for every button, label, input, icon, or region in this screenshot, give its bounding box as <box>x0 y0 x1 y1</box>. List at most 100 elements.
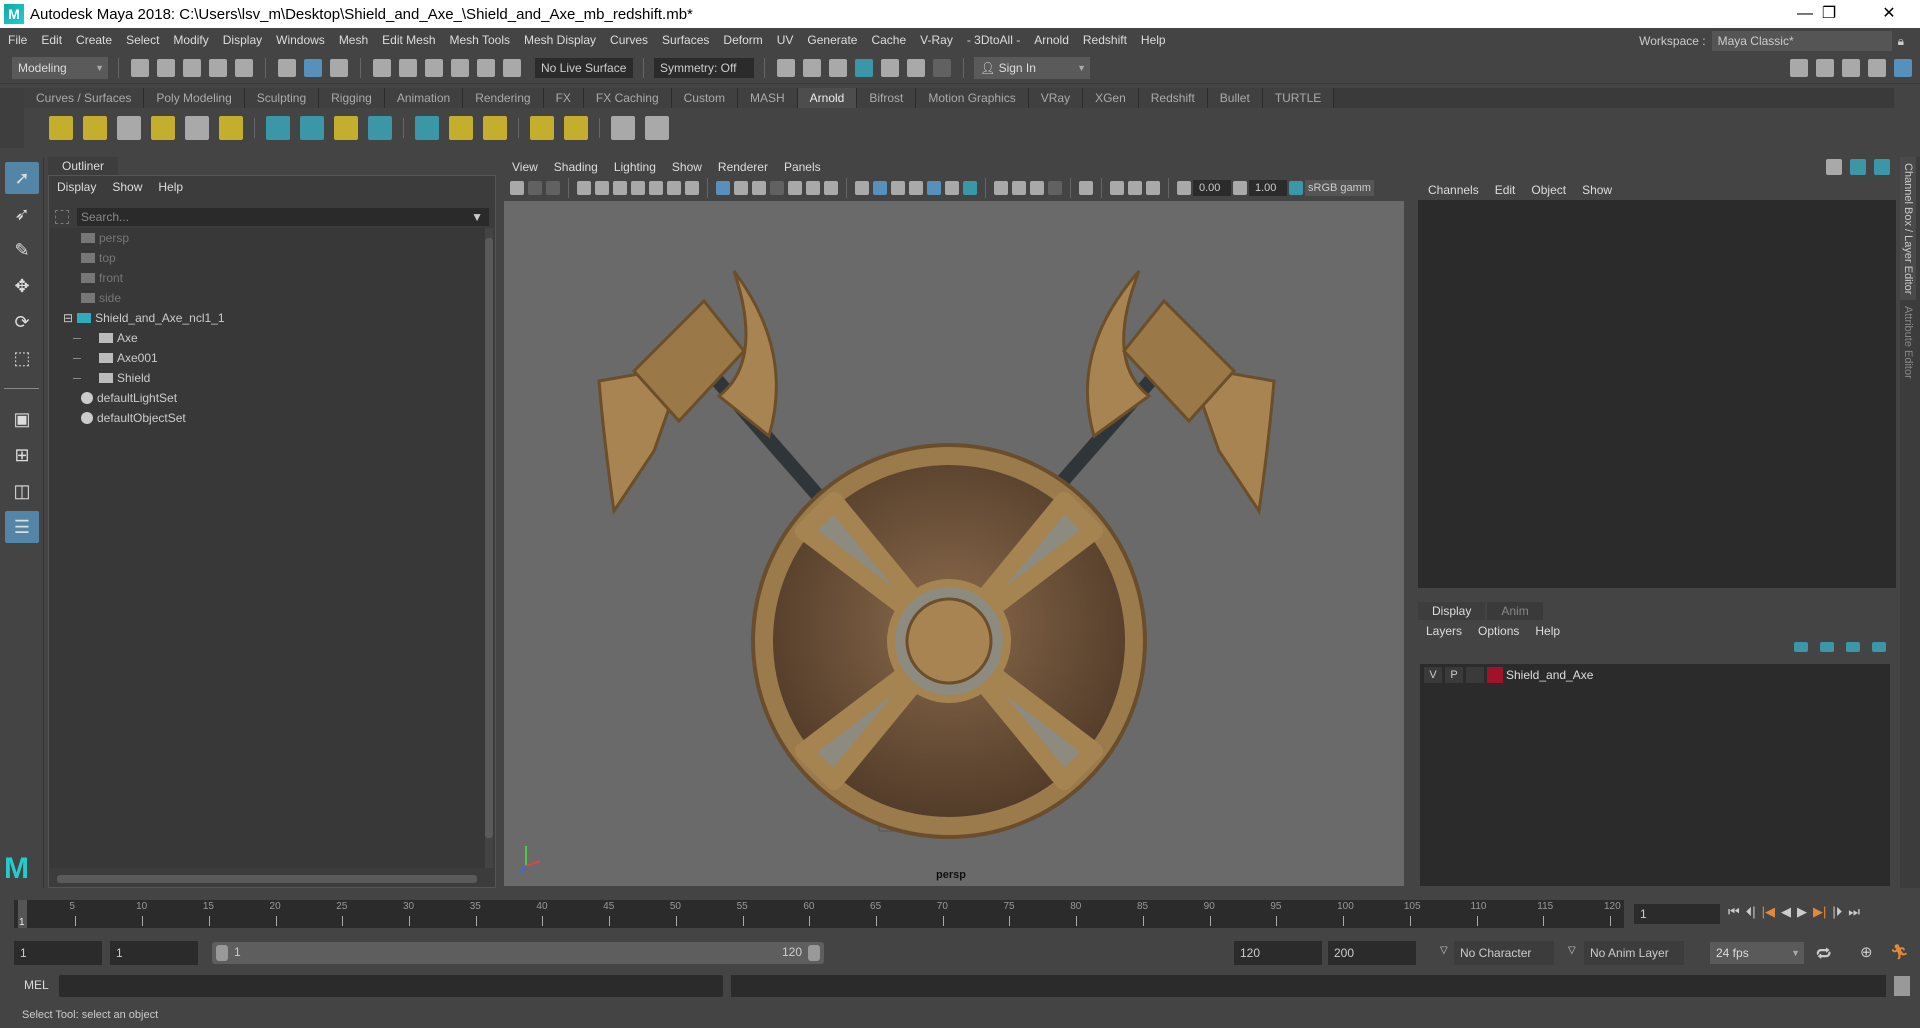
sign-in-button[interactable]: 👤︎ Sign In ▼ <box>974 56 1090 79</box>
tab-fx-caching[interactable]: FX Caching <box>583 88 672 108</box>
move-layer-down-icon[interactable] <box>1820 642 1834 652</box>
tab-attribute-editor[interactable]: Attribute Editor <box>1900 300 1916 385</box>
menu-arnold[interactable]: Arnold <box>1034 33 1069 47</box>
layer-menu-layers[interactable]: Layers <box>1426 624 1462 638</box>
light-portal-icon[interactable] <box>185 116 209 140</box>
tab-xgen[interactable]: XGen <box>1083 88 1139 108</box>
menu-mesh-display[interactable]: Mesh Display <box>524 33 596 47</box>
camera-attributes-icon[interactable] <box>528 181 542 195</box>
move-layer-up-icon[interactable] <box>1794 642 1808 652</box>
exposure-field[interactable]: 0.00 <box>1193 180 1231 196</box>
image-plane-icon[interactable] <box>577 181 591 195</box>
menu-edit-mesh[interactable]: Edit Mesh <box>382 33 435 47</box>
chevron-down-icon[interactable]: ▽ <box>1568 945 1576 956</box>
select-component-icon[interactable] <box>330 58 348 77</box>
anim-layer-dropdown[interactable]: No Anim Layer <box>1584 941 1684 965</box>
play-backward-icon[interactable]: ◀ <box>1781 904 1791 920</box>
menu-mesh[interactable]: Mesh <box>339 33 368 47</box>
volume-icon[interactable] <box>368 116 392 140</box>
grid-icon[interactable] <box>716 181 730 195</box>
menu-display[interactable]: Display <box>223 33 262 47</box>
go-to-start-icon[interactable]: ⏮ <box>1728 904 1740 920</box>
field-chart-icon[interactable] <box>788 181 802 195</box>
outliner-item[interactable]: Axe001 <box>49 348 485 368</box>
textured-icon[interactable] <box>927 181 941 195</box>
render-play-icon[interactable] <box>645 116 669 140</box>
wireframe-icon[interactable] <box>855 181 869 195</box>
motion-trail-icon[interactable] <box>667 181 681 195</box>
snap-curve-icon[interactable] <box>399 58 417 77</box>
step-forward-key-icon[interactable]: ▶| <box>1813 904 1826 920</box>
layer-row[interactable]: V P Shield_and_Axe <box>1420 664 1890 686</box>
new-layer-icon[interactable] <box>1846 642 1860 652</box>
shadows-icon[interactable] <box>963 181 977 195</box>
bookmark-view-icon[interactable] <box>649 181 663 195</box>
twod-pan-icon[interactable] <box>595 181 609 195</box>
render-view-eye-icon[interactable] <box>611 116 635 140</box>
outliner-item[interactable]: front <box>49 268 485 288</box>
speed-icon[interactable] <box>1850 159 1866 175</box>
wireframe-on-shaded-icon[interactable] <box>909 181 923 195</box>
outliner-item[interactable]: persp <box>49 228 485 248</box>
screen-space-ao-icon[interactable] <box>994 181 1008 195</box>
undo-icon[interactable] <box>209 58 227 77</box>
menu-select[interactable]: Select <box>126 33 159 47</box>
safe-title-icon[interactable] <box>824 181 838 195</box>
menu-surfaces[interactable]: Surfaces <box>662 33 709 47</box>
tab-motion-graphics[interactable]: Motion Graphics <box>916 88 1029 108</box>
tab-bullet[interactable]: Bullet <box>1207 88 1263 108</box>
current-frame-field[interactable]: 1 <box>1634 904 1720 924</box>
tab-animation[interactable]: Animation <box>384 88 464 108</box>
layer-menu-help[interactable]: Help <box>1535 624 1560 638</box>
menu-v-ray[interactable]: V-Ray <box>920 33 953 47</box>
redo-icon[interactable] <box>235 58 253 77</box>
paint-select-tool-icon[interactable]: ✎ <box>5 234 39 266</box>
outliner-item[interactable]: Shield <box>49 368 485 388</box>
snap-point-icon[interactable] <box>425 58 443 77</box>
current-frame-marker[interactable]: 1 <box>18 900 27 928</box>
photometric-light-icon[interactable] <box>117 116 141 140</box>
viewport-menu-show[interactable]: Show <box>672 160 702 174</box>
outliner-layout-icon[interactable]: ☰ <box>5 511 39 543</box>
channel-box-menu-edit[interactable]: Edit <box>1495 183 1516 197</box>
character-controls-icon[interactable] <box>1816 58 1834 77</box>
viewport-menu-lighting[interactable]: Lighting <box>614 160 656 174</box>
layer-playback-toggle[interactable]: P <box>1445 667 1463 683</box>
layer-display-type-toggle[interactable] <box>1466 667 1484 683</box>
curve-collector-icon[interactable] <box>334 116 358 140</box>
lock-icon[interactable]: 🔒︎ <box>1898 34 1904 49</box>
tab-rigging[interactable]: Rigging <box>319 88 385 108</box>
character-set-dropdown[interactable]: No Character Set <box>1454 941 1554 984</box>
outliner-tab[interactable]: Outliner <box>48 157 119 175</box>
live-surface-field[interactable]: No Live Surface <box>535 57 633 78</box>
tab-sculpting[interactable]: Sculpting <box>244 88 320 108</box>
hypershade-icon[interactable] <box>881 58 899 77</box>
safe-action-icon[interactable] <box>806 181 820 195</box>
lasso-tool-icon[interactable]: ➶ <box>5 198 39 230</box>
viewport-menu-shading[interactable]: Shading <box>554 160 598 174</box>
xray-joints-icon[interactable] <box>1146 181 1160 195</box>
tab-mash[interactable]: MASH <box>737 88 798 108</box>
snap-surface-icon[interactable] <box>477 58 495 77</box>
layer-visibility-toggle[interactable]: V <box>1424 667 1442 683</box>
gate-mask-icon[interactable] <box>770 181 784 195</box>
paint-icon[interactable] <box>685 181 699 195</box>
range-start-handle[interactable] <box>216 945 228 961</box>
tab-turtle[interactable]: TURTLE <box>1262 88 1335 108</box>
render-frame-icon[interactable] <box>803 58 821 77</box>
xray-active-icon[interactable] <box>1128 181 1142 195</box>
channel-box-icon[interactable] <box>1894 58 1912 77</box>
tab-anim[interactable]: Anim <box>1487 602 1543 620</box>
snap-pivot-icon[interactable] <box>503 58 521 77</box>
outliner-item[interactable]: side <box>49 288 485 308</box>
shelf-options[interactable] <box>0 88 24 148</box>
outliner-item[interactable]: ⊟ Shield_and_Axe_ncl1_1 <box>49 308 485 328</box>
texture-editor-icon[interactable] <box>564 116 588 140</box>
default-material-icon[interactable] <box>891 181 905 195</box>
exposure-icon[interactable] <box>1177 181 1191 195</box>
four-pane-layout-icon[interactable]: ⊞ <box>5 439 39 471</box>
grease-pencil-icon[interactable] <box>613 181 627 195</box>
tab-vray[interactable]: VRay <box>1028 88 1084 108</box>
command-language-toggle[interactable]: MEL <box>24 978 49 992</box>
remove-texture-icon[interactable] <box>483 116 507 140</box>
